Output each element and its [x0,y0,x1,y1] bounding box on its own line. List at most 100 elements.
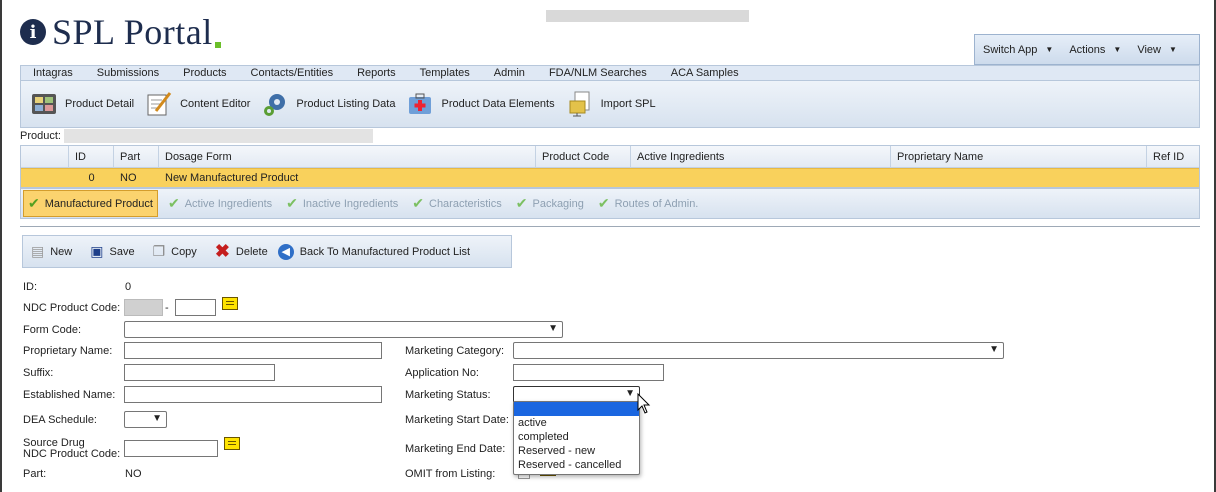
established-name-label: Established Name: [23,389,116,401]
new-document-icon: ▤ [31,243,45,259]
menu-admin[interactable]: Admin [494,67,525,79]
actions-menu[interactable]: Actions ▼ [1069,44,1121,56]
product-listing-data-button[interactable]: Product Listing Data [262,91,395,117]
save-button[interactable]: ▣ Save [90,243,134,260]
menu-intagras[interactable]: Intagras [33,67,73,79]
option-completed[interactable]: completed [514,430,639,444]
checkmark-icon: ✔ [412,195,424,211]
note-icon[interactable] [222,297,238,310]
source-drug-ndc-input[interactable] [124,440,218,457]
tab-packaging[interactable]: ✔ Packaging [516,195,584,212]
option-blank[interactable] [514,402,639,416]
redacted-product-name [64,129,373,143]
form-code-select[interactable]: ▼ [124,321,563,338]
part-value: NO [125,468,142,480]
view-label: View [1137,43,1161,56]
row-active-ingredients [631,169,891,187]
grid-col-id[interactable]: ID [69,146,114,167]
new-label: New [50,245,73,258]
back-to-list-button[interactable]: ◀ Back To Manufactured Product List [277,243,470,260]
mouse-cursor-icon [637,393,651,414]
grid-col-active-ingredients[interactable]: Active Ingredients [631,146,891,167]
redacted-header-info [546,10,749,22]
menu-submissions[interactable]: Submissions [97,67,159,79]
import-spl-label: Import SPL [600,98,656,110]
marketing-category-label: Marketing Category: [405,345,505,357]
menu-reports[interactable]: Reports [357,67,396,79]
proprietary-name-input[interactable] [124,342,382,359]
dea-schedule-label: DEA Schedule: [23,414,97,426]
checkmark-icon: ✔ [28,195,40,211]
gears-icon [264,94,286,116]
switch-app-menu[interactable]: Switch App ▼ [983,44,1053,56]
record-actions-toolbar: ▤ New ▣ Save ❐ Copy ✖ Delete ◀ Back To Manufa… [22,235,512,268]
menu-templates[interactable]: Templates [420,67,470,79]
brand-name: SPL Portal [52,12,213,52]
copy-label: Copy [171,245,197,258]
tab-characteristics[interactable]: ✔ Characteristics [412,195,501,212]
tab-inactive-ingredients[interactable]: ✔ Inactive Ingredients [286,195,398,212]
application-no-input[interactable] [513,364,664,381]
info-logo-icon: i [20,19,46,45]
new-button[interactable]: ▤ New [31,243,72,260]
save-disk-icon: ▣ [90,243,104,259]
ndc-product-field[interactable] [175,299,216,316]
product-listing-data-label: Product Listing Data [296,98,396,110]
row-id: 0 [88,172,95,184]
back-arrow-icon: ◀ [277,243,294,260]
import-spl-button[interactable]: Import SPL [567,91,656,117]
suffix-label: Suffix: [23,367,54,379]
option-reserved-new[interactable]: Reserved - new [514,444,639,458]
suffix-input[interactable] [124,364,275,381]
marketing-end-date-label: Marketing End Date: [405,443,506,455]
option-active[interactable]: active [514,416,639,430]
marketing-start-date-label: Marketing Start Date: [405,414,509,426]
menu-aca-samples[interactable]: ACA Samples [671,67,739,79]
row-dosage-form: New Manufactured Product [165,172,299,184]
brand-dot-icon [214,42,221,48]
proprietary-name-label: Proprietary Name: [23,345,113,357]
grid-col-dosage-form[interactable]: Dosage Form [159,146,536,167]
menu-contacts-entities[interactable]: Contacts/Entities [251,67,334,79]
caret-down-icon: ▼ [1169,45,1177,54]
grid-col-proprietary-name[interactable]: Proprietary Name [891,146,1147,167]
product-detail-icon [32,94,56,114]
delete-button[interactable]: ✖ Delete [215,241,268,262]
row-proprietary-name [891,169,1147,187]
brand-logo[interactable]: i SPL Portal [20,12,221,52]
option-reserved-cancelled[interactable]: Reserved - cancelled [514,458,639,472]
product-grid: ID Part Dosage Form Product Code Active … [20,145,1200,188]
tab-active-ingredients[interactable]: ✔ Active Ingredients [168,195,272,212]
note-icon[interactable] [224,437,240,450]
product-data-elements-button[interactable]: Product Data Elements [407,91,555,117]
ndc-labeler-field[interactable] [124,299,163,316]
content-editor-button[interactable]: Content Editor [146,91,250,117]
dea-schedule-select[interactable]: ▼ [124,411,167,428]
checkmark-icon: ✔ [286,195,298,211]
grid-col-part[interactable]: Part [114,146,159,167]
grid-col-product-code[interactable]: Product Code [536,146,631,167]
product-detail-button[interactable]: Product Detail [31,91,134,117]
main-menu: Intagras Submissions Products Contacts/E… [20,65,1200,80]
menu-products[interactable]: Products [183,67,226,79]
table-row[interactable]: 0 NO New Manufactured Product [21,168,1199,187]
copy-button[interactable]: ❐ Copy [153,243,197,260]
menu-fda-nlm-searches[interactable]: FDA/NLM Searches [549,67,647,79]
id-label: ID: [23,281,38,293]
checkmark-icon: ✔ [167,195,180,211]
tab-label: Routes of Admin. [614,197,699,210]
view-menu[interactable]: View ▼ [1137,44,1177,56]
part-label: Part: [23,468,47,480]
tab-routes-of-admin[interactable]: ✔ Routes of Admin. [598,195,699,212]
tab-label: Characteristics [429,197,502,210]
tab-manufactured-product[interactable]: ✔ Manufactured Product [23,190,158,217]
established-name-input[interactable] [124,386,382,403]
row-ref-id [1147,169,1199,187]
tab-label: Manufactured Product [44,197,153,210]
content-editor-label: Content Editor [180,98,251,110]
save-label: Save [109,245,135,258]
product-subtabs: ✔ Manufactured Product ✔ Active Ingredient… [20,188,1200,219]
product-label: Product: [20,130,61,142]
marketing-category-select[interactable]: ▼ [513,342,1004,359]
grid-col-ref-id[interactable]: Ref ID [1147,146,1199,167]
